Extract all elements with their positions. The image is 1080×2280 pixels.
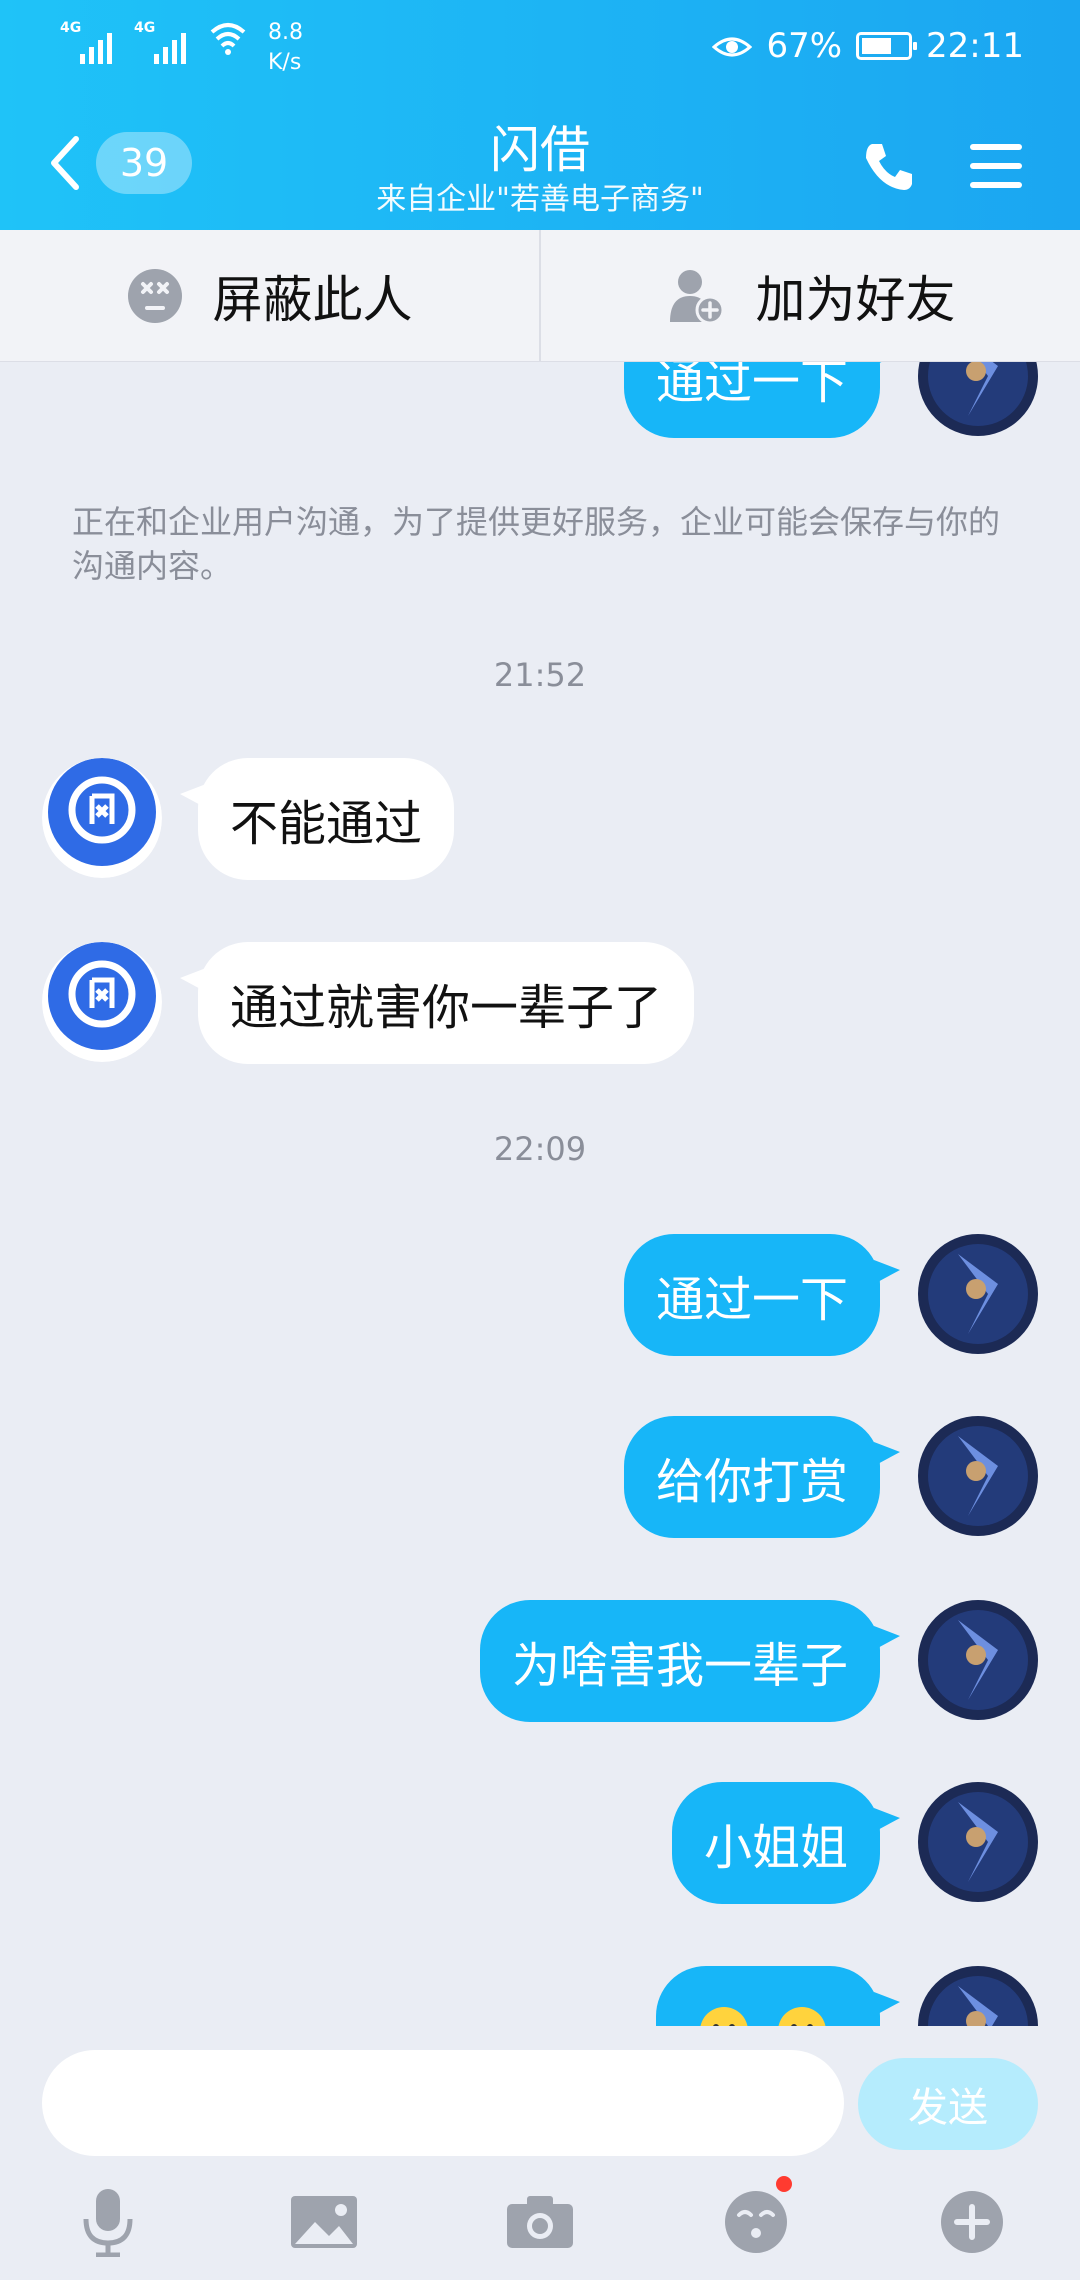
chat-subtitle: 来自企业"若善电子商务" — [376, 182, 704, 217]
network-type-2: 4G — [134, 20, 156, 36]
back-button[interactable]: 39 — [46, 130, 196, 196]
my-avatar[interactable] — [918, 1416, 1038, 1536]
plus-circle-icon — [941, 2191, 1003, 2253]
message-bubble-incoming[interactable]: 通过就害你一辈子了 — [179, 942, 695, 1064]
network-type: 4G — [60, 20, 82, 36]
my-avatar[interactable] — [918, 1966, 1038, 2026]
contact-avatar[interactable] — [42, 758, 162, 878]
message-bubble-outgoing[interactable]: 通过一下 — [623, 1234, 901, 1356]
chat-title-area: 闪借 来自企业"若善电子商务" — [290, 120, 790, 220]
message-list[interactable]: 通过一下 正在和企业用户沟通，为了提供更好服务，企业可能会保存与你的沟通内容。 … — [0, 362, 1080, 2026]
voice-button[interactable] — [68, 2182, 148, 2262]
notification-dot — [776, 2176, 792, 2192]
send-button[interactable]: 发送 — [858, 2058, 1038, 2150]
net-speed-value: 8.8 — [268, 20, 303, 45]
menu-button[interactable] — [968, 138, 1024, 194]
cell-signal-icon-2: 4G — [134, 18, 194, 64]
hamburger-icon — [970, 144, 1022, 188]
my-avatar[interactable] — [918, 1600, 1038, 1720]
eye-comfort-icon — [712, 37, 753, 57]
add-person-icon — [669, 269, 724, 324]
battery-icon — [856, 32, 918, 60]
add-friend-label: 加为好友 — [755, 270, 956, 329]
nav-bar: 39 闪借 来自企业"若善电子商务" — [0, 100, 1080, 230]
shanjie-logo-icon — [42, 758, 162, 878]
image-icon — [291, 2196, 357, 2248]
compose-bar: 发送 — [0, 2026, 1080, 2280]
add-friend-button[interactable]: 加为好友 — [539, 230, 1080, 361]
message-bubble-outgoing[interactable]: 给你打赏 — [623, 1416, 901, 1538]
enterprise-notice: 正在和企业用户沟通，为了提供更好服务，企业可能会保存与你的沟通内容。 — [72, 503, 1001, 585]
chevron-left-icon — [51, 136, 79, 190]
user-avatar-image — [918, 1782, 1038, 1902]
net-speed-unit: K/s — [268, 50, 302, 75]
battery-percent: 67% — [766, 26, 843, 66]
microphone-icon — [83, 2189, 133, 2257]
block-face-icon — [127, 268, 182, 323]
camera-button[interactable] — [500, 2182, 580, 2262]
clock: 22:11 — [926, 26, 1024, 66]
message-bubble-emoji[interactable] — [656, 1966, 900, 2026]
chat-title: 闪借 — [490, 121, 590, 179]
emoji-button[interactable] — [716, 2176, 796, 2262]
shanjie-logo-icon — [42, 942, 162, 1062]
emoji-face-icon — [700, 2007, 826, 2026]
cell-signal-icon: 4G — [60, 18, 120, 64]
phone-icon — [866, 144, 912, 190]
my-avatar[interactable] — [918, 1234, 1038, 1354]
timestamp: 21:52 — [493, 656, 587, 694]
call-button[interactable] — [860, 138, 916, 194]
message-bubble-outgoing[interactable]: 通过一下 — [623, 362, 901, 438]
user-avatar-image — [918, 362, 1038, 436]
user-avatar-image — [918, 1416, 1038, 1536]
block-user-label: 屏蔽此人 — [212, 270, 413, 329]
user-avatar-image — [918, 1234, 1038, 1354]
wifi-icon — [210, 23, 246, 55]
timestamp: 22:09 — [493, 1130, 587, 1168]
photo-button[interactable] — [284, 2182, 364, 2262]
message-bubble-outgoing[interactable]: 为啥害我一辈子 — [479, 1600, 901, 1722]
my-avatar[interactable] — [918, 362, 1038, 436]
more-button[interactable] — [932, 2182, 1012, 2262]
message-input[interactable] — [42, 2050, 844, 2156]
chat-header: 4G 4G 8.8 K/s 67% 22:11 39 闪借 来自企业"若善电子商… — [0, 0, 1080, 230]
block-user-button[interactable]: 屏蔽此人 — [0, 230, 539, 361]
contact-avatar[interactable] — [42, 942, 162, 1062]
unread-badge: 39 — [96, 132, 192, 194]
camera-icon — [507, 2196, 573, 2248]
message-bubble-outgoing[interactable]: 小姐姐 — [671, 1782, 901, 1904]
user-avatar-image — [918, 1600, 1038, 1720]
compose-toolbar — [0, 2176, 1080, 2272]
contact-actions-bar: 屏蔽此人 加为好友 — [0, 230, 1080, 362]
message-bubble-incoming[interactable]: 不能通过 — [179, 758, 455, 880]
status-bar: 4G 4G 8.8 K/s 67% 22:11 — [0, 0, 1080, 90]
user-avatar-image — [918, 1966, 1038, 2026]
sticker-face-icon — [725, 2191, 787, 2253]
net-speed: 8.8 K/s — [268, 18, 303, 78]
my-avatar[interactable] — [918, 1782, 1038, 1902]
